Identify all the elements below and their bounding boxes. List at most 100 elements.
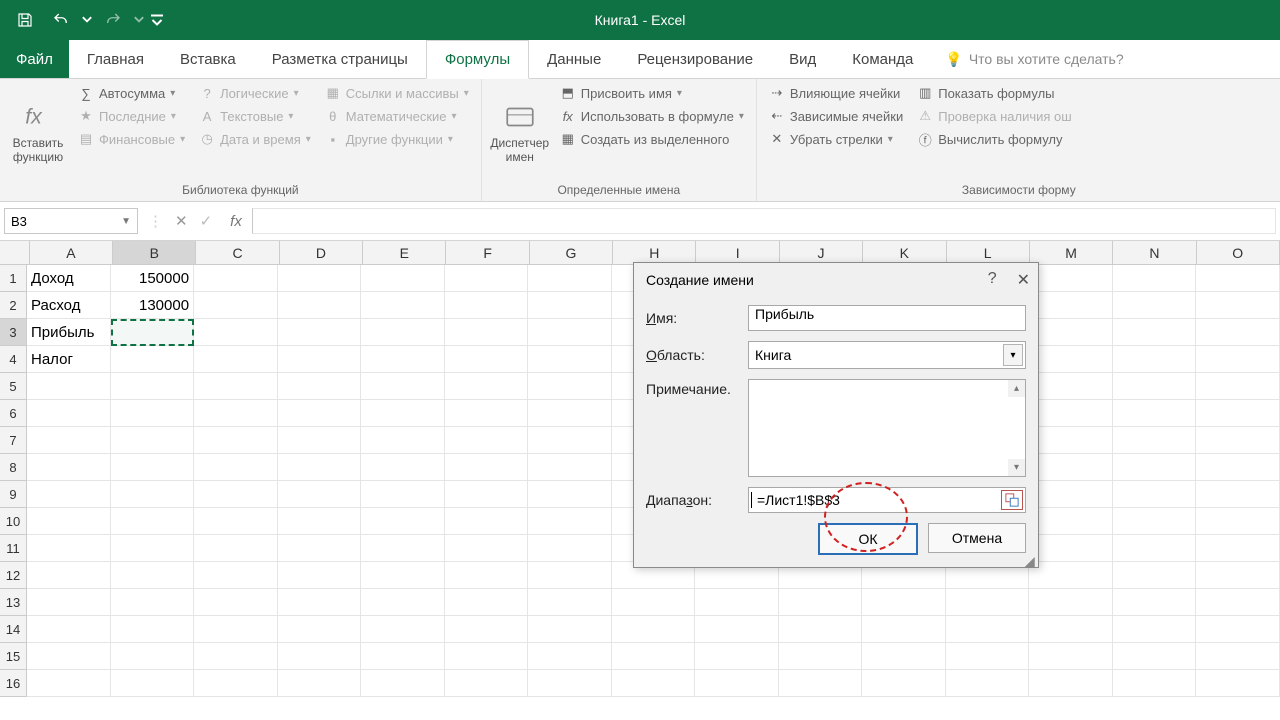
cell-D13[interactable] [278,589,362,616]
insert-function-button[interactable]: fx Вставить функцию [8,83,68,181]
rowhdr-3[interactable]: 3 [0,319,27,346]
cell-C3[interactable] [194,319,278,346]
rowhdr-12[interactable]: 12 [0,562,27,589]
cell-C10[interactable] [194,508,278,535]
cell-G14[interactable] [528,616,612,643]
undo-dropdown-icon[interactable] [80,3,94,37]
cell-O13[interactable] [1196,589,1280,616]
cell-N9[interactable] [1113,481,1197,508]
col-N[interactable]: N [1113,241,1196,265]
cell-E12[interactable] [361,562,445,589]
cell-O6[interactable] [1196,400,1280,427]
col-G[interactable]: G [530,241,613,265]
financial-button[interactable]: ▤Финансовые▾ [74,129,189,149]
cell-C4[interactable] [194,346,278,373]
select-all-corner[interactable] [0,241,30,265]
tab-page-layout[interactable]: Разметка страницы [254,40,426,78]
trace-precedents-button[interactable]: ⇢Влияющие ячейки [765,83,907,103]
undo-icon[interactable] [44,3,78,37]
cell-F14[interactable] [445,616,529,643]
cell-M12[interactable] [1029,562,1113,589]
cell-D14[interactable] [278,616,362,643]
more-fn-button[interactable]: ▪Другие функции▾ [321,129,473,149]
cell-I15[interactable] [695,643,779,670]
tab-data[interactable]: Данные [529,40,619,78]
cell-B5[interactable] [111,373,195,400]
cell-N3[interactable] [1113,319,1197,346]
cell-D2[interactable] [278,292,362,319]
scroll-down-icon[interactable]: ▾ [1008,459,1025,476]
cell-O9[interactable] [1196,481,1280,508]
col-F[interactable]: F [446,241,529,265]
cell-E1[interactable] [361,265,445,292]
cell-B14[interactable] [111,616,195,643]
lookup-button[interactable]: ▦Ссылки и массивы▾ [321,83,473,103]
cell-B9[interactable] [111,481,195,508]
cell-F2[interactable] [445,292,529,319]
cell-C12[interactable] [194,562,278,589]
col-B[interactable]: B [113,241,196,265]
cell-N8[interactable] [1113,454,1197,481]
rowhdr-2[interactable]: 2 [0,292,27,319]
cell-B15[interactable] [111,643,195,670]
col-A[interactable]: A [30,241,113,265]
cell-C9[interactable] [194,481,278,508]
cell-C11[interactable] [194,535,278,562]
cell-M4[interactable] [1029,346,1113,373]
cell-M11[interactable] [1029,535,1113,562]
cell-K15[interactable] [862,643,946,670]
cell-M16[interactable] [1029,670,1113,697]
col-O[interactable]: O [1197,241,1280,265]
cell-A2[interactable]: Расход [27,292,111,319]
cell-B13[interactable] [111,589,195,616]
cell-G15[interactable] [528,643,612,670]
cell-A3[interactable]: Прибыль [27,319,111,346]
cell-A11[interactable] [27,535,111,562]
cell-A9[interactable] [27,481,111,508]
col-C[interactable]: C [196,241,279,265]
cell-F9[interactable] [445,481,529,508]
col-D[interactable]: D [280,241,363,265]
tab-home[interactable]: Главная [69,40,162,78]
cell-F4[interactable] [445,346,529,373]
tab-file[interactable]: Файл [0,40,69,78]
cell-A10[interactable] [27,508,111,535]
redo-icon[interactable] [96,3,130,37]
cell-B7[interactable] [111,427,195,454]
cell-A4[interactable]: Налог [27,346,111,373]
fx-icon[interactable]: fx [230,213,242,230]
cell-N5[interactable] [1113,373,1197,400]
cell-J15[interactable] [779,643,863,670]
qat-customize-icon[interactable] [148,3,166,37]
name-manager-button[interactable]: Диспетчер имен [490,83,550,181]
cell-B3[interactable] [111,319,195,346]
rowhdr-7[interactable]: 7 [0,427,27,454]
cell-E6[interactable] [361,400,445,427]
cancel-icon[interactable]: ✕ [175,212,188,230]
cell-D10[interactable] [278,508,362,535]
cell-A5[interactable] [27,373,111,400]
cell-C2[interactable] [194,292,278,319]
cell-F5[interactable] [445,373,529,400]
evaluate-formula-button[interactable]: ⓕВычислить формулу [913,129,1075,149]
cell-G11[interactable] [528,535,612,562]
cell-O11[interactable] [1196,535,1280,562]
cell-A1[interactable]: Доход [27,265,111,292]
rowhdr-4[interactable]: 4 [0,346,27,373]
cell-G13[interactable] [528,589,612,616]
chevron-down-icon[interactable]: ▼ [121,216,131,227]
cell-A15[interactable] [27,643,111,670]
cell-N1[interactable] [1113,265,1197,292]
cell-M6[interactable] [1029,400,1113,427]
cell-B1[interactable]: 150000 [111,265,195,292]
cell-I14[interactable] [695,616,779,643]
cell-N7[interactable] [1113,427,1197,454]
cell-M3[interactable] [1029,319,1113,346]
rowhdr-9[interactable]: 9 [0,481,27,508]
cell-M2[interactable] [1029,292,1113,319]
cell-M14[interactable] [1029,616,1113,643]
cell-G12[interactable] [528,562,612,589]
cell-O14[interactable] [1196,616,1280,643]
cell-E2[interactable] [361,292,445,319]
cell-N11[interactable] [1113,535,1197,562]
